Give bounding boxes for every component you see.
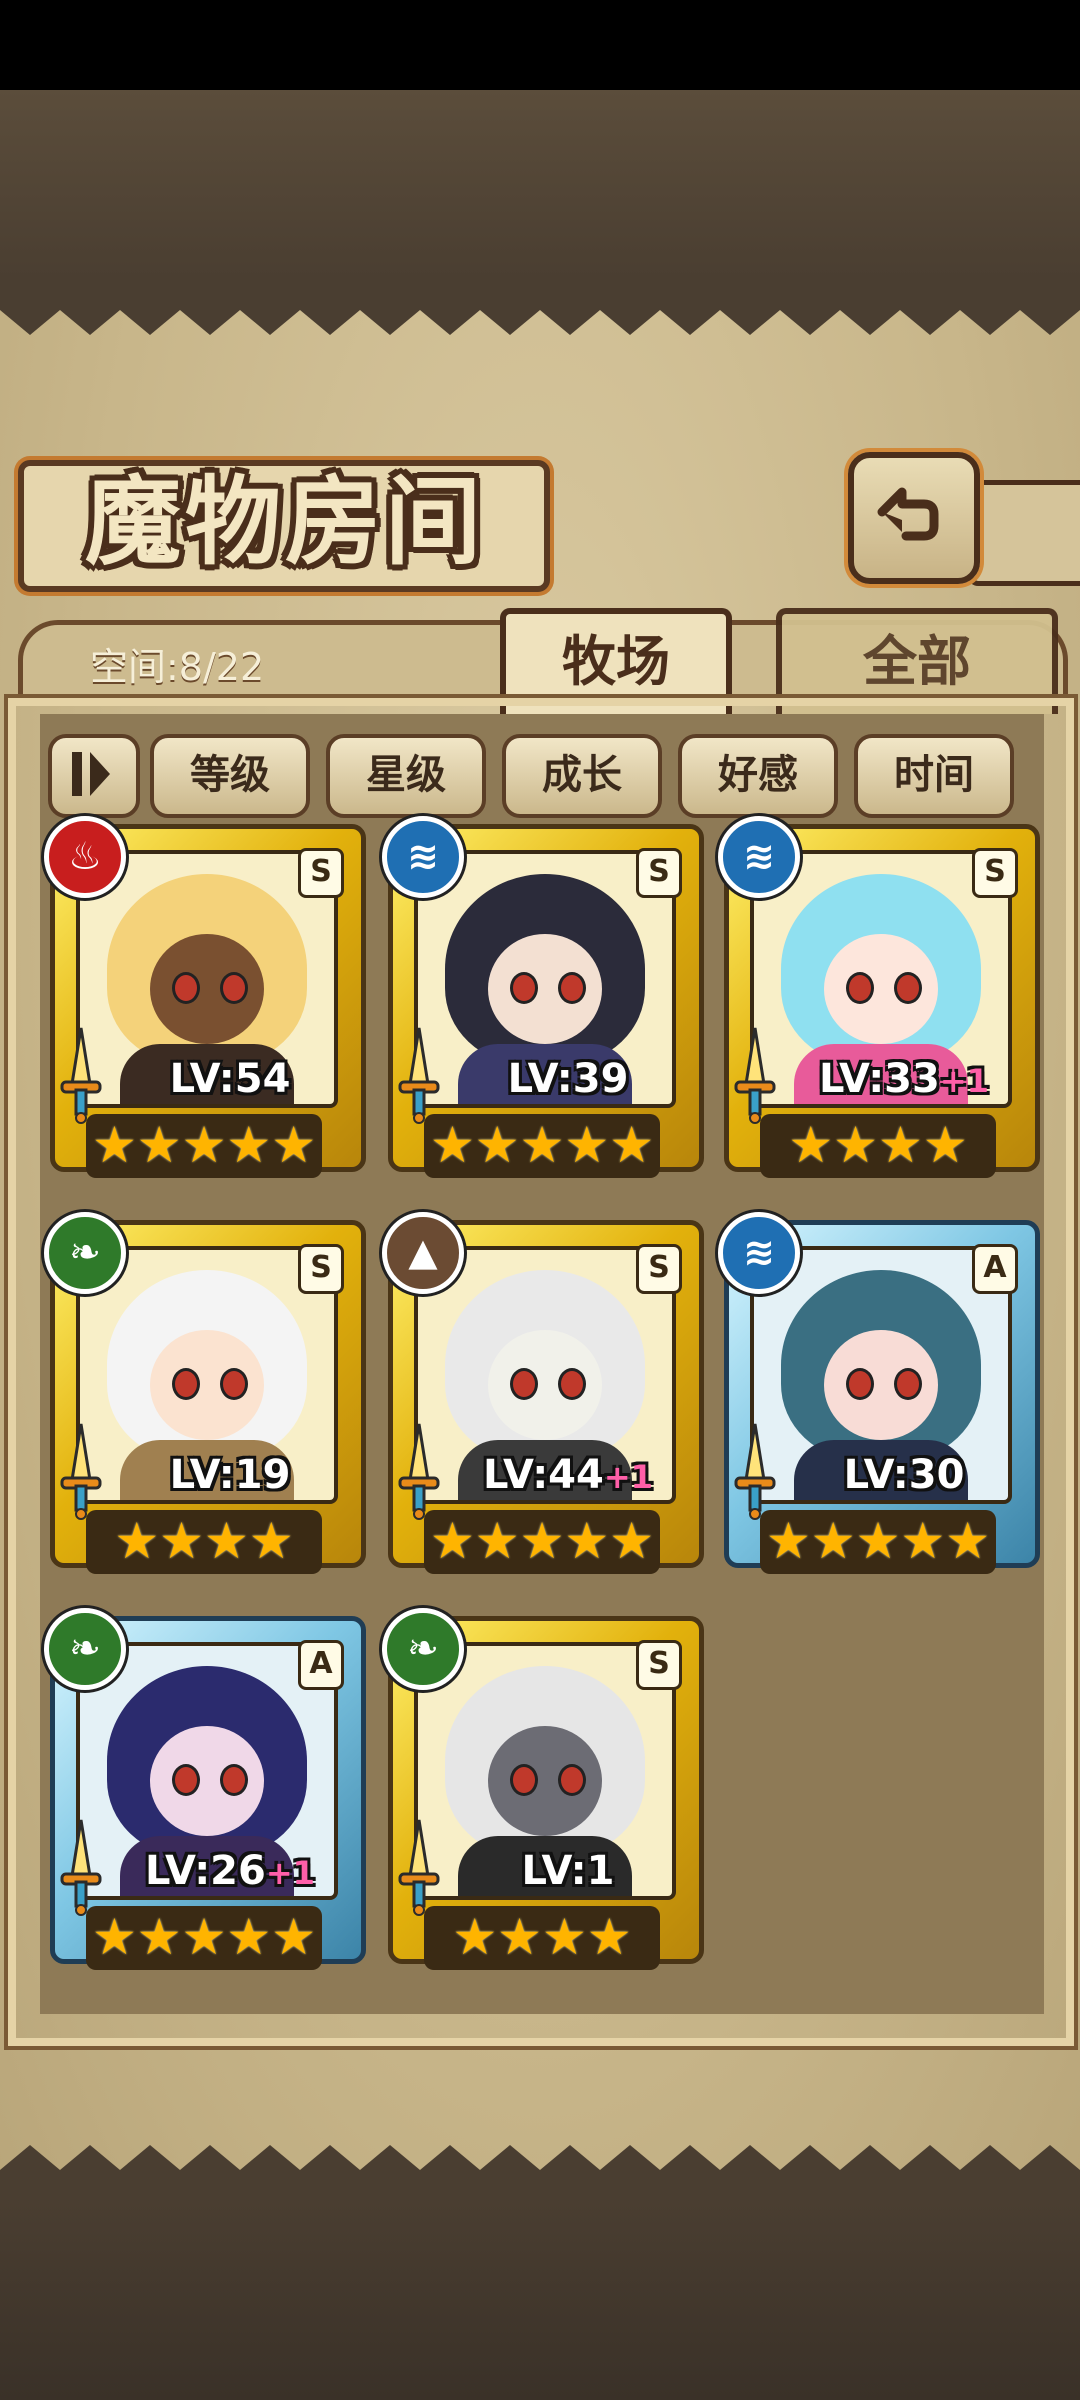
rank-badge: A <box>298 1640 344 1690</box>
space-capacity: 空间:8/22 <box>90 645 265 689</box>
nature-element-icon: ❧ <box>44 1608 126 1690</box>
back-button-tab <box>968 480 1080 586</box>
back-button[interactable] <box>848 452 980 584</box>
fire-element-icon: ♨ <box>44 816 126 898</box>
level-value: LV:26 <box>145 1848 266 1894</box>
star-rating: ★★★★★ <box>424 1114 660 1178</box>
star-rating: ★★★★★ <box>86 1906 322 1970</box>
monster-card[interactable]: ≋ S LV:33+1 ★★★★ <box>718 816 1040 1186</box>
sword-icon <box>60 1423 102 1520</box>
level-value: LV:44 <box>483 1452 604 1498</box>
rank-badge: S <box>636 1640 682 1690</box>
level-label: LV:54 <box>110 1056 350 1102</box>
monster-card[interactable]: ≋ S LV:39 ★★★★★ <box>382 816 704 1186</box>
rank-badge: S <box>972 848 1018 898</box>
monster-card[interactable]: ❧ S LV:1 ★★★★ <box>382 1608 704 1978</box>
sword-icon <box>60 1819 102 1916</box>
level-label: LV:39 <box>448 1056 688 1102</box>
sort-order-icon <box>72 752 110 796</box>
monster-card[interactable]: ❧ A LV:26+1 ★★★★★ <box>44 1608 366 1978</box>
sort-affinity-button[interactable]: 好感 <box>678 734 838 818</box>
star-rating: ★★★★★ <box>760 1510 996 1574</box>
level-value: LV:1 <box>521 1848 615 1894</box>
star-rating: ★★★★ <box>424 1906 660 1970</box>
level-bonus: +1 <box>265 1854 315 1892</box>
sword-icon <box>734 1423 776 1520</box>
water-element-icon: ≋ <box>718 1212 800 1294</box>
sort-stars-button[interactable]: 星级 <box>326 734 486 818</box>
rank-badge: S <box>636 1244 682 1294</box>
sort-time-button[interactable]: 时间 <box>854 734 1014 818</box>
sword-icon <box>398 1423 440 1520</box>
nature-element-icon: ❧ <box>382 1608 464 1690</box>
zigzag-border-bottom <box>0 2145 1080 2200</box>
water-element-icon: ≋ <box>718 816 800 898</box>
sword-icon <box>734 1027 776 1124</box>
sword-icon <box>398 1027 440 1124</box>
monster-card[interactable]: ≋ A LV:30 ★★★★★ <box>718 1212 1040 1582</box>
level-value: LV:39 <box>507 1056 629 1102</box>
monster-card[interactable]: ♨ S LV:54 ★★★★★ <box>44 816 366 1186</box>
level-label: LV:1 <box>448 1848 688 1894</box>
sort-growth-button[interactable]: 成长 <box>502 734 662 818</box>
rank-badge: S <box>298 848 344 898</box>
return-arrow-icon <box>877 487 939 541</box>
status-bar <box>0 0 1080 90</box>
level-value: LV:19 <box>169 1452 291 1498</box>
star-rating: ★★★★ <box>760 1114 996 1178</box>
nature-element-icon: ❧ <box>44 1212 126 1294</box>
level-bonus: +1 <box>939 1062 989 1100</box>
star-rating: ★★★★★ <box>424 1510 660 1574</box>
sort-order-toggle[interactable] <box>48 734 140 818</box>
level-value: LV:33 <box>819 1056 940 1102</box>
level-label: LV:33+1 <box>784 1056 1024 1102</box>
water-element-icon: ≋ <box>382 816 464 898</box>
level-label: LV:26+1 <box>110 1848 350 1894</box>
sort-level-button[interactable]: 等级 <box>150 734 310 818</box>
rank-badge: A <box>972 1244 1018 1294</box>
page-title: 魔物房间 <box>85 465 485 578</box>
level-bonus: +1 <box>603 1458 653 1496</box>
monster-card[interactable]: ❧ S LV:19 ★★★★ <box>44 1212 366 1582</box>
level-label: LV:30 <box>784 1452 1024 1498</box>
level-label: LV:19 <box>110 1452 350 1498</box>
rank-badge: S <box>636 848 682 898</box>
level-value: LV:30 <box>843 1452 965 1498</box>
level-value: LV:54 <box>169 1056 291 1102</box>
map-background-bottom <box>0 2200 1080 2400</box>
star-rating: ★★★★★ <box>86 1114 322 1178</box>
level-label: LV:44+1 <box>448 1452 688 1498</box>
map-background-top <box>0 90 1080 280</box>
sword-icon <box>60 1027 102 1124</box>
sword-icon <box>398 1819 440 1916</box>
earth-element-icon: ▲ <box>382 1212 464 1294</box>
zigzag-border-top <box>0 280 1080 335</box>
rank-badge: S <box>298 1244 344 1294</box>
star-rating: ★★★★ <box>86 1510 322 1574</box>
monster-card[interactable]: ▲ S LV:44+1 ★★★★★ <box>382 1212 704 1582</box>
